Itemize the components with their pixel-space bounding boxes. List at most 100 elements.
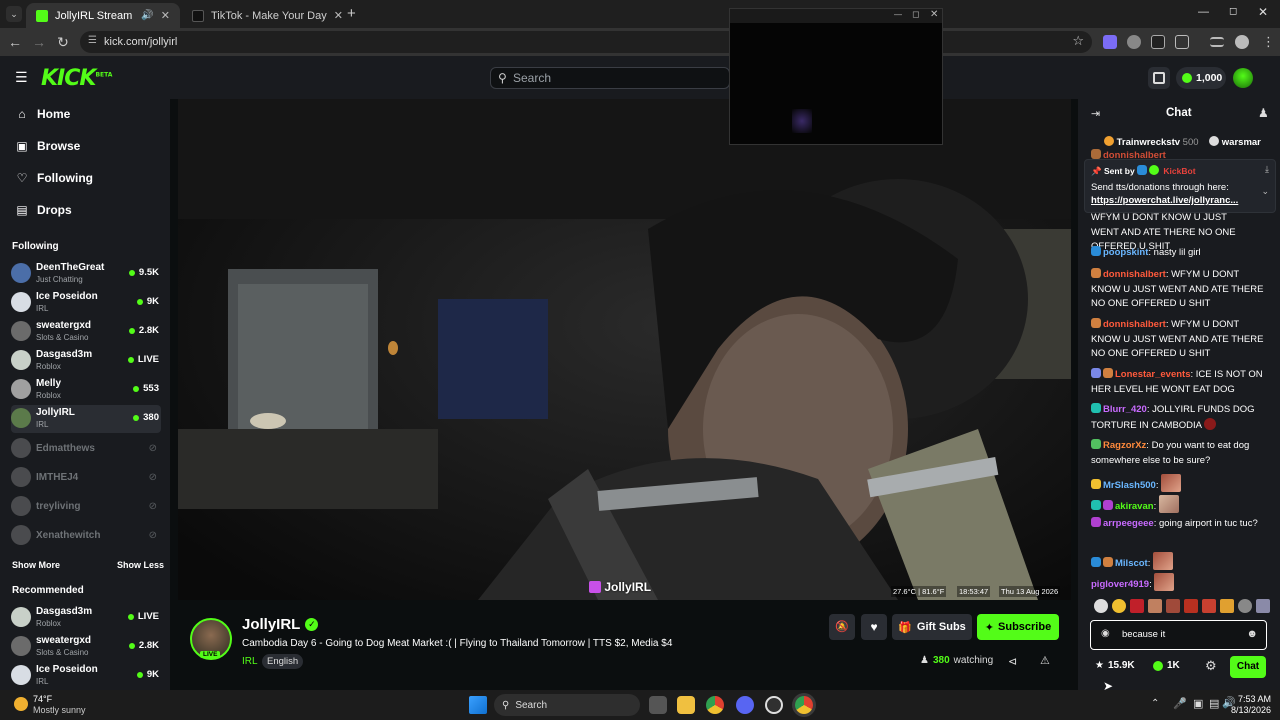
profile-avatar-icon[interactable] [1235,35,1249,49]
close-tab-icon[interactable]: ✕ [334,9,343,22]
show-more-button[interactable]: Show More [12,560,60,570]
offline-channel[interactable]: IMTHEJ4 ⊘ [11,464,161,492]
tab-list-chevron-icon[interactable]: ⌄ [6,6,22,22]
offline-channel[interactable]: Xenathewitch ⊘ [11,522,161,550]
maximize-window-icon[interactable]: ◻ [1229,6,1237,17]
clock-time[interactable]: 7:53 AM [1238,694,1271,704]
offline-channel[interactable]: treyliving ⊘ [11,493,161,521]
pip-window[interactable]: — ◻ ✕ [729,8,943,145]
pip-minimize-icon[interactable]: — [894,10,902,19]
extensions-puzzle-icon[interactable] [1175,35,1189,49]
tab-jollyirl[interactable]: JollyIRL Stream - Watch Live 🔊 ✕ [26,3,180,28]
kicks-balance-button[interactable]: 1,000 [1176,67,1226,89]
chat-users-icon[interactable]: ♟ [1258,106,1269,120]
clock-date[interactable]: 8/13/2026 [1231,705,1271,715]
task-view-icon[interactable] [649,696,667,714]
moderation-shield-icon[interactable]: ◉ [1101,628,1110,639]
reading-list-icon[interactable] [1210,37,1224,47]
followed-channel-selected[interactable]: JollyIRL IRL 380 [11,405,161,433]
emote[interactable] [1184,599,1198,613]
new-tab-icon[interactable]: + [347,5,356,22]
offline-channel[interactable]: Edmatthews ⊘ [11,435,161,463]
extension-icon[interactable] [1127,35,1141,49]
kicks-count[interactable]: 1K [1153,660,1180,671]
emote[interactable] [1238,599,1252,613]
expand-pinned-icon[interactable]: ⌄ [1261,186,1269,197]
weather-widget[interactable]: 74°F Mostly sunny [12,694,122,716]
offline-icon: ⊘ [148,472,157,483]
followed-channel[interactable]: DeenTheGreat Just Chatting 9.5K [11,260,161,288]
followed-channel[interactable]: sweatergxd Slots & Casino 2.8K [11,318,161,346]
network-icon[interactable]: ▤ [1209,697,1219,710]
recommended-channel[interactable]: sweatergxd Slots & Casino 2.8K [11,633,161,661]
channel-name[interactable]: JollyIRL ✓ [242,616,319,633]
chat-input[interactable]: ◉ because it ☻ [1090,620,1267,650]
chat-settings-icon[interactable]: ⚙ [1205,658,1217,674]
recommended-channel[interactable]: Ice Poseidon IRL 9K [11,662,161,690]
nav-home[interactable]: ⌂ Home [16,107,70,121]
follow-button[interactable]: ♥ [861,614,887,640]
reload-icon[interactable]: ↻ [54,34,72,51]
send-chat-button[interactable]: Chat [1230,656,1266,678]
stream-category[interactable]: IRL [242,656,258,667]
microphone-icon[interactable]: 🎤 [1173,697,1187,710]
nav-browse[interactable]: ▣ Browse [16,139,80,153]
emoji-picker-icon[interactable]: ☻ [1246,628,1258,640]
extension-icon[interactable] [1151,35,1165,49]
display-icon[interactable]: ▣ [1193,697,1203,710]
user-avatar[interactable] [1233,68,1253,88]
language-tag[interactable]: English [262,654,304,669]
nav-drops[interactable]: ▤ Drops [16,203,71,217]
discord-icon[interactable] [736,696,754,714]
close-window-icon[interactable]: ✕ [1258,5,1268,19]
chrome-icon[interactable] [706,696,724,714]
extension-icon[interactable] [1103,35,1117,49]
share-icon[interactable]: ⊲ [1008,655,1017,668]
subscribe-button[interactable]: ✦ Subscribe [977,614,1059,640]
obs-icon[interactable] [765,696,783,714]
back-icon[interactable]: ← [6,34,24,50]
forward-icon[interactable]: → [30,34,48,50]
mute-notifications-button[interactable]: 🔕 [829,614,855,640]
emote[interactable] [1220,599,1234,613]
followed-channel[interactable]: Dasgasd3m Roblox LIVE [11,347,161,375]
emote[interactable] [1202,599,1216,613]
channel-points[interactable]: ★ 15.9K [1095,660,1135,671]
emote[interactable] [1130,599,1144,613]
minimize-window-icon[interactable]: — [1198,6,1209,18]
unpin-icon[interactable]: ⤓ [1265,164,1269,175]
browser-menu-icon[interactable]: ⋮ [1262,34,1275,50]
video-player[interactable]: JollyIRL 27.6°C | 81.6°F 18:53:47 Thu 13… [178,99,1071,600]
pip-close-icon[interactable]: ✕ [930,9,938,20]
kick-logo[interactable]: KICKBETA [41,66,112,91]
emote[interactable] [1112,599,1126,613]
emote[interactable] [1166,599,1180,613]
pip-maximize-icon[interactable]: ◻ [912,9,919,20]
nav-following[interactable]: ♡ Following [16,171,93,185]
close-tab-icon[interactable]: ✕ [161,9,170,22]
hamburger-menu-icon[interactable]: ☰ [15,69,28,86]
show-hidden-icons-icon[interactable]: ⌃ [1151,698,1159,709]
search-input[interactable]: ⚲ Search [490,67,730,89]
followed-channel[interactable]: Ice Poseidon IRL 9K [11,289,161,317]
chrome-active-icon[interactable] [795,696,813,714]
collapse-chat-icon[interactable]: ⇥ [1091,107,1100,120]
tab-tiktok[interactable]: TikTok - Make Your Day ✕ [182,3,343,28]
emote[interactable] [1094,599,1108,613]
taskbar-search[interactable]: ⚲ Search [494,694,640,716]
show-less-button[interactable]: Show Less [117,560,164,570]
followed-channel[interactable]: Melly Roblox 553 [11,376,161,404]
pinned-link[interactable]: https://powerchat.live/jollyranc... [1091,195,1238,206]
bookmark-star-icon[interactable]: ☆ [1072,33,1084,49]
gift-subs-button[interactable]: 🎁 Gift Subs [892,614,972,640]
windows-start-icon[interactable] [469,696,487,714]
recommended-channel[interactable]: Dasgasd3m Roblox LIVE [11,604,161,632]
file-explorer-icon[interactable] [677,696,695,714]
emote[interactable] [1148,599,1162,613]
speaker-icon[interactable]: 🔊 [141,10,153,21]
pinned-message[interactable]: 📌 Sent by KickBot ⤓ Send tts/donations t… [1084,159,1276,213]
emote[interactable] [1256,599,1270,613]
dashboard-button[interactable] [1148,67,1170,89]
report-icon[interactable]: ⚠ [1040,654,1050,667]
site-info-icon[interactable]: ☰ [88,35,97,46]
